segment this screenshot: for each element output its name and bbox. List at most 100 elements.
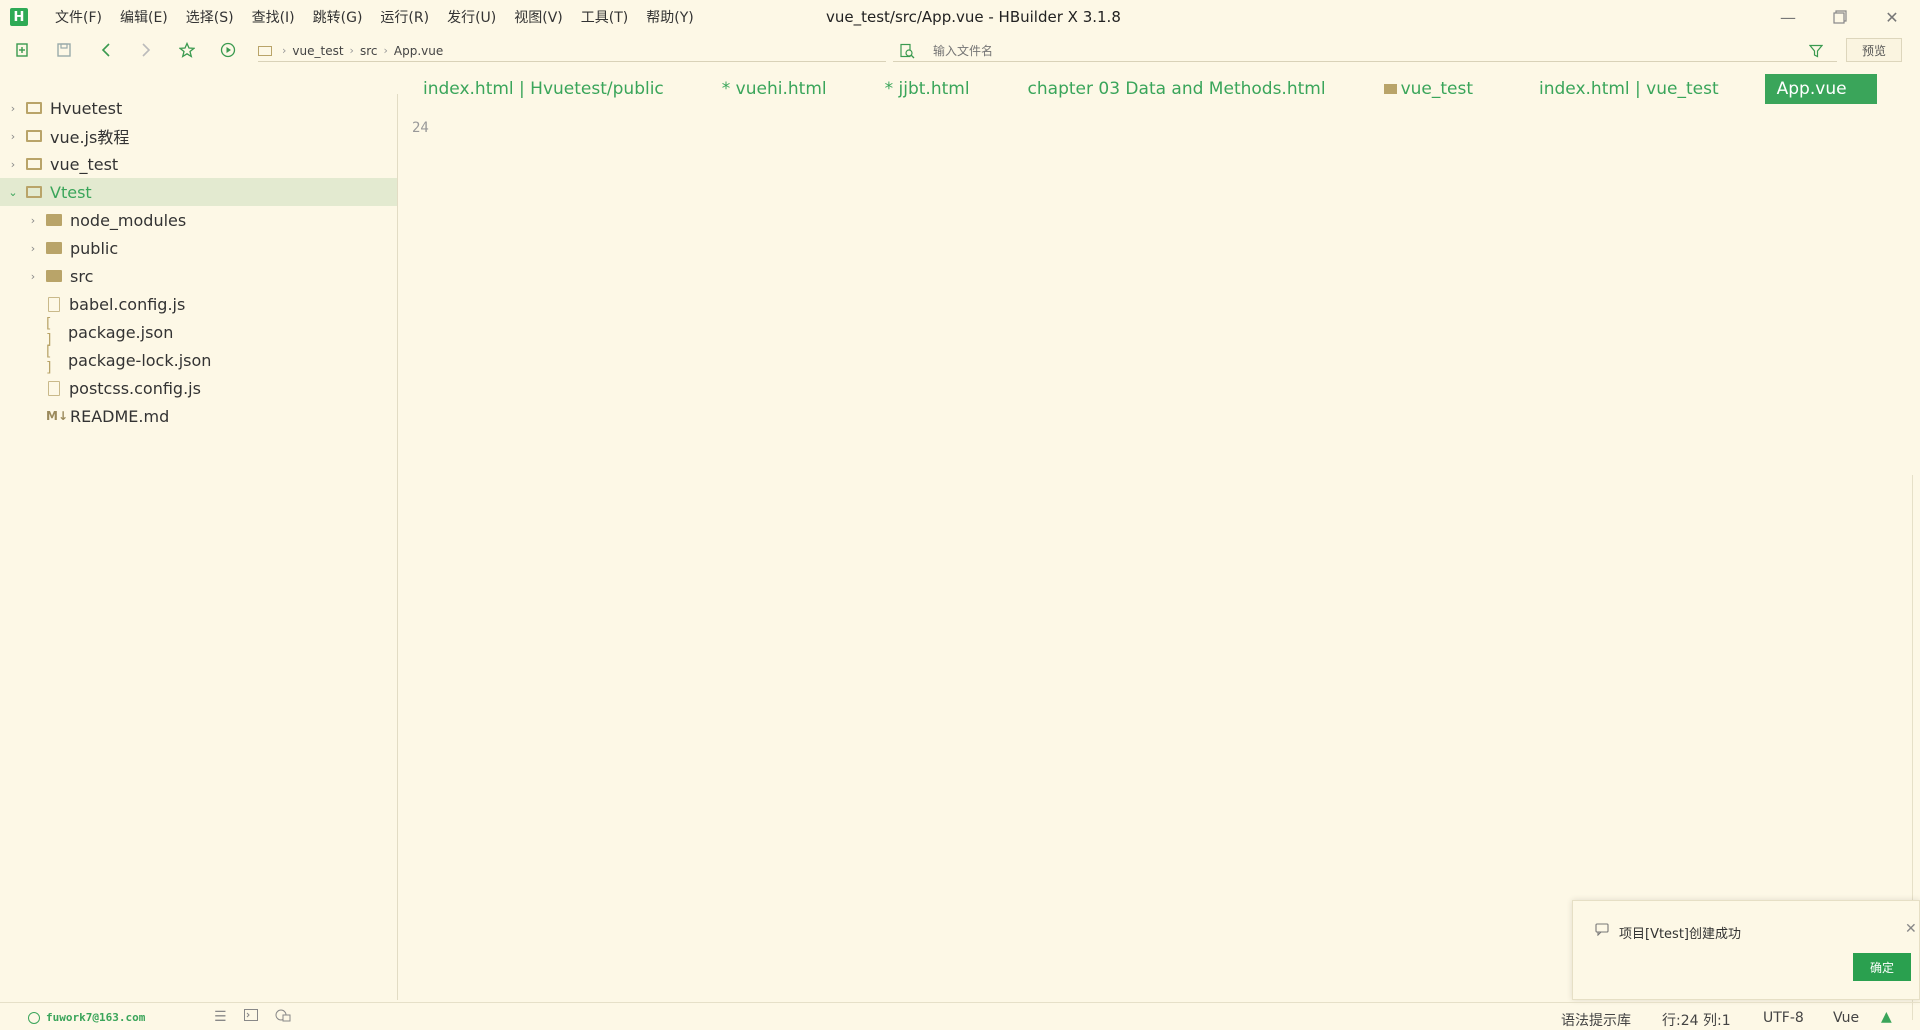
status-bar: fuwork7@163.com ☰ 语法提示库 行:24 列:1 UTF-8 V… xyxy=(0,1002,1920,1030)
console-icon[interactable] xyxy=(275,1009,291,1026)
tree-item-folder[interactable]: › src xyxy=(0,262,397,290)
menu-select[interactable]: 选择(S) xyxy=(177,7,243,27)
tree-item-project[interactable]: › Hvuetest xyxy=(0,94,397,122)
chevron-right-icon[interactable]: › xyxy=(6,130,20,143)
project-folder-icon xyxy=(26,186,42,198)
chevron-right-icon[interactable]: › xyxy=(26,214,40,227)
tree-item-label: package-lock.json xyxy=(68,350,212,370)
tree-item-label: postcss.config.js xyxy=(69,378,201,398)
tree-item-label: vue_test xyxy=(50,154,119,174)
terminal-icon[interactable] xyxy=(244,1009,258,1025)
tab-jjbt[interactable]: * jjbt.html xyxy=(875,74,980,104)
cursor-position[interactable]: 行:24 列:1 xyxy=(1662,1010,1731,1030)
js-file-icon xyxy=(48,380,60,396)
tree-item-project[interactable]: › vue_test xyxy=(0,150,397,178)
tree-item-project[interactable]: › vue.js教程 xyxy=(0,122,397,150)
tree-item-label: vue.js教程 xyxy=(50,128,130,147)
menu-run[interactable]: 运行(R) xyxy=(371,7,438,27)
menu-view[interactable]: 视图(V) xyxy=(505,7,572,27)
project-folder-icon xyxy=(26,130,42,142)
breadcrumb: › vue_test › src › App.vue xyxy=(258,40,886,62)
tree-item-label: src xyxy=(70,266,94,286)
tree-item-label: babel.config.js xyxy=(69,294,186,314)
tab-app-vue[interactable]: App.vue xyxy=(1764,74,1877,104)
chevron-down-icon[interactable]: ⌄ xyxy=(6,186,20,199)
tree-item-folder[interactable]: › public xyxy=(0,234,397,262)
account-link[interactable]: fuwork7@163.com xyxy=(28,1011,145,1024)
confirm-button[interactable]: 确定 xyxy=(1853,953,1911,981)
title-bar: H 文件(F) 编辑(E) 选择(S) 查找(I) 跳转(G) 运行(R) 发行… xyxy=(0,0,1920,34)
message-icon xyxy=(1595,923,1609,940)
chevron-right-icon[interactable]: › xyxy=(6,102,20,115)
language-selector[interactable]: Vue xyxy=(1833,1010,1859,1026)
tab-chapter03[interactable]: chapter 03 Data and Methods.html xyxy=(1018,74,1336,104)
restore-icon[interactable] xyxy=(1828,5,1852,29)
tree-item-file[interactable]: [ ] package.json xyxy=(0,316,397,348)
tree-item-file[interactable]: postcss.config.js xyxy=(0,374,397,402)
project-folder-icon xyxy=(26,102,42,114)
tree-item-label: package.json xyxy=(68,322,174,342)
chevron-right-icon: › xyxy=(282,44,287,57)
tab-index-hvuetest[interactable]: index.html | Hvuetest/public xyxy=(413,74,674,104)
tab-vue-test-folder[interactable]: vue_test xyxy=(1374,74,1483,104)
breadcrumb-item[interactable]: src xyxy=(360,44,378,58)
minimize-icon[interactable]: — xyxy=(1776,5,1800,29)
user-icon xyxy=(28,1011,40,1024)
code-editor[interactable]: 24 xyxy=(399,110,1909,1000)
file-search-input[interactable] xyxy=(933,43,1733,58)
favorite-star-icon[interactable] xyxy=(177,40,197,60)
tab-index-vue-test[interactable]: index.html | vue_test xyxy=(1529,74,1729,104)
tree-item-label: Hvuetest xyxy=(50,98,123,118)
tree-item-file[interactable]: babel.config.js xyxy=(0,290,397,318)
project-folder-icon xyxy=(26,158,42,170)
menu-publish[interactable]: 发行(U) xyxy=(438,7,505,27)
js-file-icon xyxy=(48,296,60,312)
tab-label: vue_test xyxy=(1400,79,1474,99)
hbuilder-logo-icon: H xyxy=(10,8,28,26)
close-icon[interactable]: ✕ xyxy=(1905,921,1917,937)
tree-item-folder[interactable]: › node_modules xyxy=(0,206,397,234)
syntax-library-link[interactable]: 语法提示库 xyxy=(1561,1010,1631,1030)
preview-button[interactable]: 预览 xyxy=(1846,38,1902,62)
json-file-icon: [ ] xyxy=(46,344,52,376)
breadcrumb-item[interactable]: vue_test xyxy=(292,44,343,58)
search-file-icon xyxy=(899,43,915,63)
breadcrumb-item[interactable]: App.vue xyxy=(394,44,443,58)
menu-bar: 文件(F) 编辑(E) 选择(S) 查找(I) 跳转(G) 运行(R) 发行(U… xyxy=(46,7,703,27)
encoding-selector[interactable]: UTF-8 xyxy=(1763,1010,1804,1026)
tree-item-file[interactable]: [ ] package-lock.json xyxy=(0,344,397,376)
run-icon[interactable] xyxy=(218,40,238,60)
tab-vuehi[interactable]: * vuehi.html xyxy=(712,74,837,104)
list-icon[interactable]: ☰ xyxy=(214,1009,227,1025)
tree-item-project-active[interactable]: ⌄ Vtest xyxy=(0,178,397,206)
bell-icon[interactable]: ▲ xyxy=(1881,1009,1892,1025)
back-icon[interactable] xyxy=(96,40,116,60)
folder-icon xyxy=(1383,84,1397,94)
tree-item-label: Vtest xyxy=(50,182,92,202)
tree-item-file[interactable]: M↓ README.md xyxy=(0,402,397,430)
markdown-file-icon: M↓ xyxy=(46,409,68,423)
folder-icon xyxy=(46,242,62,254)
tree-item-label: README.md xyxy=(70,406,170,426)
menu-goto[interactable]: 跳转(G) xyxy=(304,7,372,27)
line-number: 24 xyxy=(412,120,429,136)
new-file-icon[interactable] xyxy=(12,40,32,60)
forward-icon[interactable] xyxy=(136,40,156,60)
menu-help[interactable]: 帮助(Y) xyxy=(637,7,702,27)
menu-edit[interactable]: 编辑(E) xyxy=(111,7,177,27)
close-window-icon[interactable]: ✕ xyxy=(1880,5,1904,29)
menu-tools[interactable]: 工具(T) xyxy=(572,7,637,27)
editor-tabs: index.html | Hvuetest/public * vuehi.htm… xyxy=(399,72,1920,106)
folder-icon xyxy=(46,270,62,282)
notification-popup: 项目[Vtest]创建成功 ✕ 确定 xyxy=(1572,900,1920,1000)
chevron-right-icon[interactable]: › xyxy=(26,270,40,283)
chevron-right-icon[interactable]: › xyxy=(6,158,20,171)
menu-find[interactable]: 查找(I) xyxy=(243,7,304,27)
filter-icon[interactable] xyxy=(1808,43,1824,62)
save-icon[interactable] xyxy=(54,40,74,60)
chevron-right-icon: › xyxy=(349,44,354,57)
menu-file[interactable]: 文件(F) xyxy=(46,7,111,27)
chevron-right-icon[interactable]: › xyxy=(26,242,40,255)
chevron-right-icon: › xyxy=(383,44,388,57)
project-explorer: › Hvuetest › vue.js教程 › vue_test ⌄ Vtest… xyxy=(0,94,398,1000)
